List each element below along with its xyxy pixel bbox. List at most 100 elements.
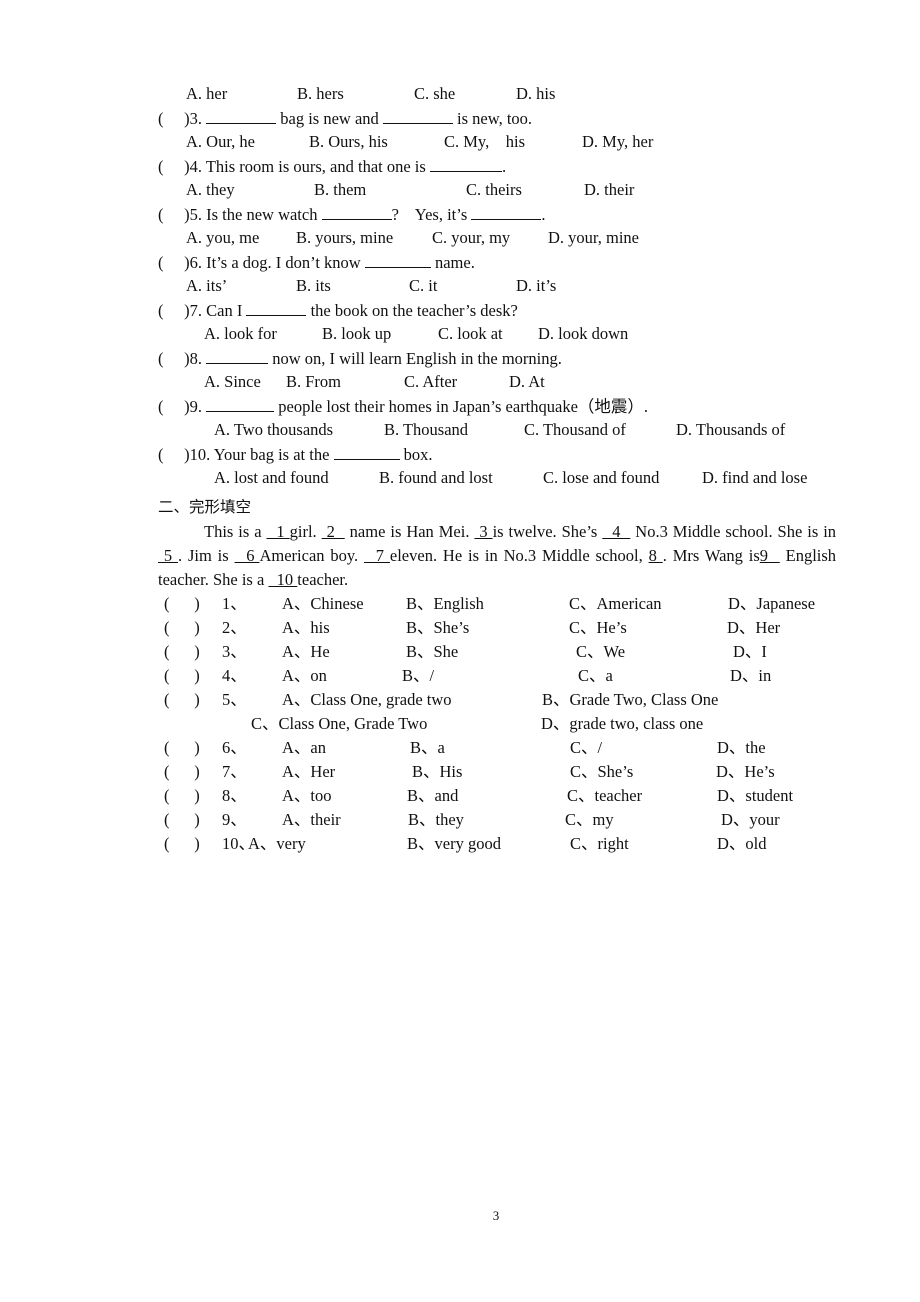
option-choice: D. At <box>509 372 545 391</box>
answer-blank[interactable] <box>364 252 431 268</box>
question-text: Your bag is at the <box>213 445 334 464</box>
option-choice: D. their <box>584 180 635 199</box>
option-choice: C、/ <box>570 738 603 757</box>
question-item: ( )8. now on, I will learn English in th… <box>158 348 562 369</box>
answer-bracket[interactable]: ( ) <box>164 690 200 710</box>
option-choice: B、Grade Two, Class One <box>542 690 719 709</box>
option-choice: A. look for <box>204 324 277 343</box>
question-number: 8、 <box>222 786 247 805</box>
cloze-blank[interactable]: 9 <box>760 546 780 565</box>
option-choice: B、they <box>408 810 464 829</box>
option-choice: C. it <box>409 276 438 295</box>
answer-blank[interactable] <box>206 108 277 124</box>
answer-blank[interactable] <box>333 444 400 460</box>
option-choice: A. you, me <box>186 228 260 247</box>
cloze-blank[interactable]: 6 <box>235 546 260 565</box>
answer-bracket[interactable]: ( ) <box>164 786 200 806</box>
option-choice: A、Chinese <box>282 594 364 613</box>
option-choice: C、American <box>569 594 662 613</box>
option-choice: B. Ours, his <box>309 132 388 151</box>
answer-bracket[interactable]: ( ) <box>158 445 190 464</box>
question-text: ? Yes, it’s <box>391 205 472 224</box>
question-number: 4、 <box>222 666 247 685</box>
answer-blank[interactable] <box>382 108 453 124</box>
passage-text: girl. <box>289 522 322 541</box>
passage-text: This is a <box>204 522 267 541</box>
question-number: 10. <box>189 445 214 464</box>
option-choice: B. yours, mine <box>296 228 394 247</box>
option-choice: C、She’s <box>570 762 634 781</box>
option-choice: B. From <box>286 372 342 391</box>
option-choice: D. look down <box>538 324 629 343</box>
option-choice: A、too <box>282 786 332 805</box>
question-number: 3. <box>189 109 207 128</box>
question-number: 9、 <box>222 810 247 829</box>
question-item: ( )5. Is the new watch ? Yes, it’s . <box>158 204 546 225</box>
answer-blank[interactable] <box>246 300 307 316</box>
cloze-blank[interactable]: 1 <box>267 522 290 541</box>
option-choice: D、He’s <box>716 762 775 781</box>
answer-bracket[interactable]: ( ) <box>164 810 200 830</box>
option-choice: A. Our, he <box>186 132 255 151</box>
question-number: 4. <box>189 157 206 176</box>
answer-bracket[interactable]: ( ) <box>164 738 200 758</box>
cloze-blank[interactable]: 10 <box>268 570 297 589</box>
option-choice: B、His <box>412 762 463 781</box>
cloze-blank[interactable]: 7 <box>364 546 390 565</box>
option-choice: A、Class One, grade two <box>282 690 452 709</box>
answer-bracket[interactable]: ( ) <box>164 762 200 782</box>
question-number: 9. <box>189 397 207 416</box>
option-choice: C、my <box>565 810 614 829</box>
question-text: . <box>501 157 507 176</box>
page-number: 3 <box>492 1208 500 1223</box>
answer-bracket[interactable]: ( ) <box>158 253 190 272</box>
answer-bracket[interactable]: ( ) <box>164 834 200 854</box>
answer-bracket[interactable]: ( ) <box>158 397 190 416</box>
option-choice: C. theirs <box>466 180 522 199</box>
answer-bracket[interactable]: ( ) <box>164 594 200 614</box>
option-choice: B. found and lost <box>379 468 493 487</box>
question-item: ( )9. people lost their homes in Japan’s… <box>158 396 648 417</box>
answer-bracket[interactable]: ( ) <box>158 301 190 320</box>
option-choice: B. Thousand <box>384 420 469 439</box>
option-choice: B. them <box>314 180 367 199</box>
answer-blank[interactable] <box>429 156 502 172</box>
option-choice: C、He’s <box>569 618 627 637</box>
question-number: 6. <box>189 253 207 272</box>
option-choice: A、his <box>282 618 330 637</box>
question-text: It’s a dog. I don’t know <box>206 253 365 272</box>
answer-bracket[interactable]: ( ) <box>158 109 190 128</box>
cloze-blank[interactable]: 3 <box>474 522 492 541</box>
option-choice: D. Thousands of <box>676 420 786 439</box>
question-text: . <box>541 205 546 224</box>
answer-bracket[interactable]: ( ) <box>164 666 200 686</box>
cloze-blank[interactable]: 2 <box>322 522 345 541</box>
question-text: bag is new and <box>276 109 383 128</box>
passage-text: name is Han Mei. <box>344 522 475 541</box>
answer-blank[interactable] <box>471 204 542 220</box>
option-choice: D、student <box>717 786 794 805</box>
answer-bracket[interactable]: ( ) <box>158 349 190 368</box>
answer-blank[interactable] <box>206 348 269 364</box>
answer-blank[interactable] <box>206 396 275 412</box>
question-item: ( )7. Can I the book on the teacher’s de… <box>158 300 518 321</box>
question-text: now on, I will learn English in the morn… <box>268 349 562 368</box>
answer-bracket[interactable]: ( ) <box>158 157 190 176</box>
passage-text: . Mrs Wang is <box>662 546 760 565</box>
question-item: ( )3. bag is new and is new, too. <box>158 108 532 129</box>
answer-bracket[interactable]: ( ) <box>164 618 200 638</box>
option-choice: A. lost and found <box>214 468 329 487</box>
option-choice: A. its’ <box>186 276 228 295</box>
option-choice: D. My, her <box>582 132 654 151</box>
option-choice: A、very <box>248 834 306 853</box>
cloze-blank[interactable]: 5 <box>158 546 178 565</box>
option-choice: B、She <box>406 642 459 661</box>
option-choice: D. his <box>516 84 556 103</box>
option-choice: D. your, mine <box>548 228 639 247</box>
cloze-blank[interactable]: 8 <box>649 546 663 565</box>
answer-blank[interactable] <box>321 204 392 220</box>
option-choice: B、She’s <box>406 618 470 637</box>
answer-bracket[interactable]: ( ) <box>158 205 190 224</box>
cloze-blank[interactable]: 4 <box>602 522 630 541</box>
answer-bracket[interactable]: ( ) <box>164 642 200 662</box>
